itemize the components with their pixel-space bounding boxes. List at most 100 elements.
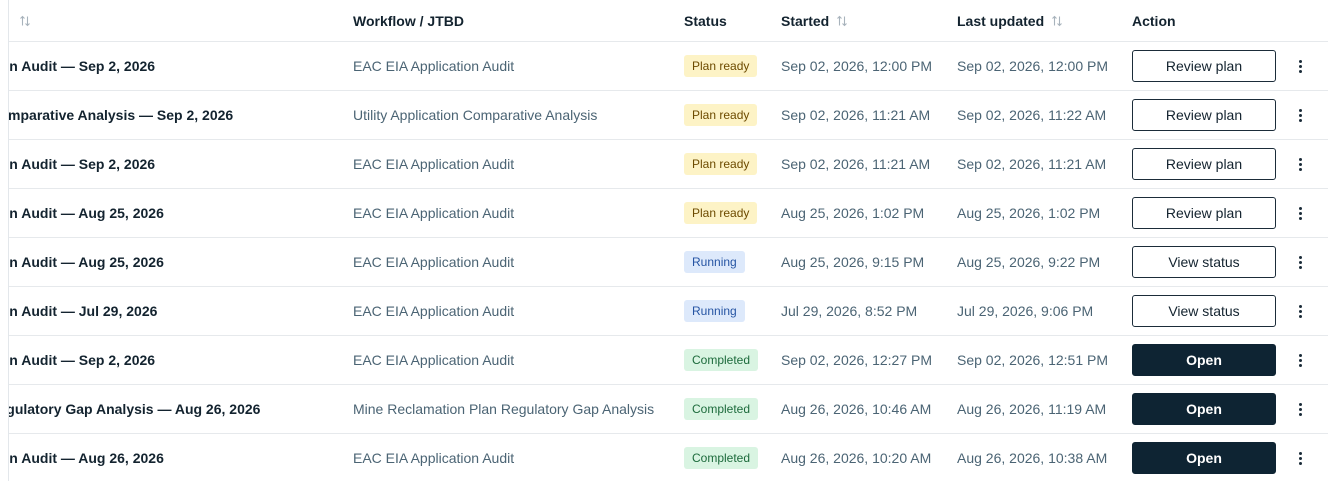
updated-time: Sep 02, 2026, 11:22 AM <box>957 107 1107 123</box>
row-action-button[interactable]: Open <box>1132 442 1276 474</box>
status-cell: Running <box>684 238 779 286</box>
status-badge: Running <box>684 251 745 273</box>
status-badge: Completed <box>684 398 759 420</box>
table-row[interactable]: EAC EIA Application Audit — Aug 25, 2026… <box>9 238 1328 287</box>
updated-time: Aug 25, 2026, 9:22 PM <box>957 254 1101 270</box>
more-options-icon[interactable] <box>1295 56 1306 77</box>
run-name[interactable]: EAC EIA Application Audit — Sep 2, 2026 <box>9 156 155 172</box>
started-time: Sep 02, 2026, 12:27 PM <box>781 352 932 368</box>
run-name[interactable]: EAC EIA Application Audit — Sep 2, 2026 <box>9 352 155 368</box>
updated-cell: Sep 02, 2026, 11:22 AM <box>957 91 1127 139</box>
status-cell: Plan ready <box>684 189 779 237</box>
column-header-started-label: Started <box>781 12 830 29</box>
row-action-button[interactable]: Open <box>1132 393 1276 425</box>
workflow-cell: EAC EIA Application Audit <box>353 42 678 90</box>
workflow-name: EAC EIA Application Audit <box>353 254 515 270</box>
table-row[interactable]: Mine Reclamation Plan Regulatory Gap Ana… <box>9 385 1328 434</box>
updated-time: Aug 25, 2026, 1:02 PM <box>957 205 1101 221</box>
column-header-workflow-label: Workflow / JTBD <box>353 12 464 29</box>
row-action-button[interactable]: Review plan <box>1132 50 1276 82</box>
run-name-cell[interactable]: EAC EIA Application Audit — Sep 2, 2026 <box>9 42 349 90</box>
run-name-cell[interactable]: EAC EIA Application Audit — Jul 29, 2026 <box>9 287 349 335</box>
started-cell: Sep 02, 2026, 12:00 PM <box>781 42 951 90</box>
table-row[interactable]: EAC EIA Application Audit — Sep 2, 2026 E… <box>9 336 1328 385</box>
run-name-cell[interactable]: EAC EIA Application Audit — Sep 2, 2026 <box>9 336 349 384</box>
more-cell <box>1289 140 1311 188</box>
table-row[interactable]: Utility Application Comparative Analysis… <box>9 91 1328 140</box>
row-action-button[interactable]: Review plan <box>1132 148 1276 180</box>
status-cell: Completed <box>684 434 779 481</box>
column-header-last-updated[interactable]: Last updated <box>957 0 1127 41</box>
sort-icon[interactable] <box>836 15 848 27</box>
action-cell: View status <box>1132 238 1282 286</box>
run-name[interactable]: EAC EIA Application Audit — Sep 2, 2026 <box>9 58 155 74</box>
updated-cell: Aug 26, 2026, 10:38 AM <box>957 434 1127 481</box>
more-cell <box>1289 91 1311 139</box>
status-cell: Running <box>684 287 779 335</box>
status-cell: Plan ready <box>684 140 779 188</box>
column-header-status-label: Status <box>684 12 727 29</box>
started-cell: Jul 29, 2026, 8:52 PM <box>781 287 951 335</box>
column-header-name[interactable] <box>12 0 352 41</box>
table-row[interactable]: EAC EIA Application Audit — Sep 2, 2026 E… <box>9 42 1328 91</box>
more-options-icon[interactable] <box>1295 252 1306 273</box>
workflow-name: EAC EIA Application Audit <box>353 303 515 319</box>
run-name[interactable]: Utility Application Comparative Analysis… <box>9 107 233 123</box>
more-options-icon[interactable] <box>1295 448 1306 469</box>
table-row[interactable]: EAC EIA Application Audit — Aug 26, 2026… <box>9 434 1328 481</box>
workflow-name: Mine Reclamation Plan Regulatory Gap Ana… <box>353 401 655 417</box>
more-cell <box>1289 287 1311 335</box>
run-name[interactable]: EAC EIA Application Audit — Aug 26, 2026 <box>9 450 164 466</box>
more-options-icon[interactable] <box>1295 399 1306 420</box>
more-options-icon[interactable] <box>1295 301 1306 322</box>
sort-icon[interactable] <box>19 15 31 27</box>
updated-time: Aug 26, 2026, 10:38 AM <box>957 450 1108 466</box>
workflow-cell: EAC EIA Application Audit <box>353 238 678 286</box>
run-name-cell[interactable]: EAC EIA Application Audit — Aug 26, 2026 <box>9 434 349 481</box>
workflow-cell: EAC EIA Application Audit <box>353 434 678 481</box>
more-options-icon[interactable] <box>1295 203 1306 224</box>
more-options-icon[interactable] <box>1295 154 1306 175</box>
table-row[interactable]: EAC EIA Application Audit — Sep 2, 2026 E… <box>9 140 1328 189</box>
run-name-cell[interactable]: EAC EIA Application Audit — Sep 2, 2026 <box>9 140 349 188</box>
workflow-name: EAC EIA Application Audit <box>353 156 515 172</box>
row-action-button[interactable]: Open <box>1132 344 1276 376</box>
action-cell: Open <box>1132 385 1282 433</box>
updated-time: Sep 02, 2026, 12:00 PM <box>957 58 1108 74</box>
run-name[interactable]: EAC EIA Application Audit — Aug 25, 2026 <box>9 205 164 221</box>
run-name[interactable]: EAC EIA Application Audit — Jul 29, 2026 <box>9 303 157 319</box>
run-name[interactable]: EAC EIA Application Audit — Aug 25, 2026 <box>9 254 164 270</box>
row-action-button[interactable]: Review plan <box>1132 99 1276 131</box>
started-cell: Sep 02, 2026, 12:27 PM <box>781 336 951 384</box>
column-header-action: Action <box>1132 0 1282 41</box>
updated-cell: Sep 02, 2026, 12:51 PM <box>957 336 1127 384</box>
row-action-button[interactable]: View status <box>1132 246 1276 278</box>
run-name-cell[interactable]: Mine Reclamation Plan Regulatory Gap Ana… <box>9 385 349 433</box>
workflow-name: EAC EIA Application Audit <box>353 450 515 466</box>
row-action-button[interactable]: View status <box>1132 295 1276 327</box>
table-row[interactable]: EAC EIA Application Audit — Aug 25, 2026… <box>9 189 1328 238</box>
updated-time: Sep 02, 2026, 12:51 PM <box>957 352 1108 368</box>
workflow-cell: EAC EIA Application Audit <box>353 287 678 335</box>
workflow-cell: EAC EIA Application Audit <box>353 336 678 384</box>
started-cell: Aug 25, 2026, 9:15 PM <box>781 238 951 286</box>
updated-time: Aug 26, 2026, 11:19 AM <box>957 401 1107 417</box>
run-name[interactable]: Mine Reclamation Plan Regulatory Gap Ana… <box>9 401 260 417</box>
table-row[interactable]: EAC EIA Application Audit — Jul 29, 2026… <box>9 287 1328 336</box>
column-header-started[interactable]: Started <box>781 0 951 41</box>
updated-cell: Aug 25, 2026, 9:22 PM <box>957 238 1127 286</box>
updated-cell: Sep 02, 2026, 11:21 AM <box>957 140 1127 188</box>
action-cell: Review plan <box>1132 42 1282 90</box>
run-name-cell[interactable]: EAC EIA Application Audit — Aug 25, 2026 <box>9 189 349 237</box>
started-time: Aug 26, 2026, 10:46 AM <box>781 401 932 417</box>
row-action-button[interactable]: Review plan <box>1132 197 1276 229</box>
started-time: Sep 02, 2026, 11:21 AM <box>781 156 931 172</box>
run-name-cell[interactable]: EAC EIA Application Audit — Aug 25, 2026 <box>9 238 349 286</box>
more-options-icon[interactable] <box>1295 105 1306 126</box>
sort-icon[interactable] <box>1051 15 1063 27</box>
column-header-last-updated-label: Last updated <box>957 12 1045 29</box>
started-cell: Aug 26, 2026, 10:46 AM <box>781 385 951 433</box>
run-name-cell[interactable]: Utility Application Comparative Analysis… <box>9 91 349 139</box>
more-options-icon[interactable] <box>1295 350 1306 371</box>
updated-time: Jul 29, 2026, 9:06 PM <box>957 303 1094 319</box>
